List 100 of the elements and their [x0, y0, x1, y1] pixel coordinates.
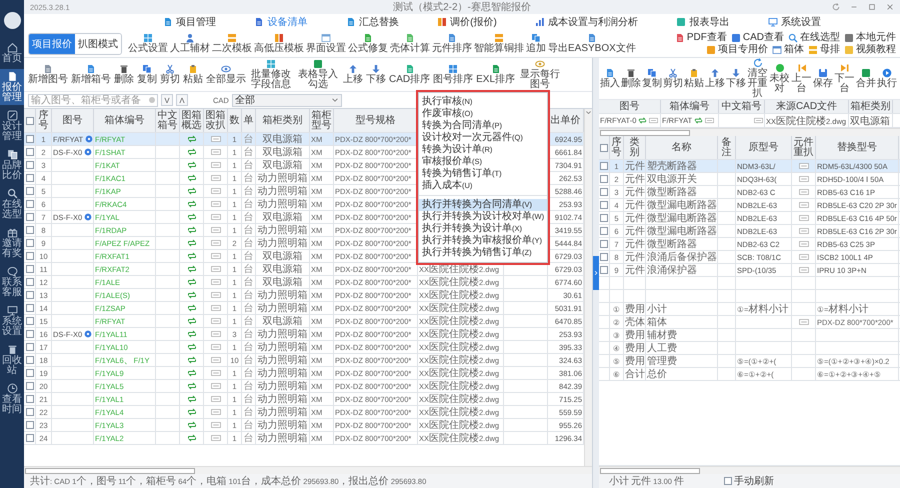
toolbar-link[interactable]: 在线选型 [788, 32, 840, 43]
checkbox[interactable] [600, 253, 608, 261]
toolbar-button[interactable]: CAD排序 [389, 64, 430, 85]
cad-select[interactable]: 全部 [232, 94, 342, 106]
toolbar-link[interactable]: 视频教程 [844, 44, 896, 55]
search-field[interactable]: 输入图号、箱柜号或者备 [28, 94, 158, 106]
toolbar-link[interactable]: 项目专用价 [706, 44, 768, 55]
checkbox[interactable] [26, 161, 34, 169]
toolbar-button[interactable]: 公式设置 [128, 33, 168, 54]
toolbar-button[interactable]: 粘贴 [684, 68, 704, 89]
toolbar-button[interactable]: 界面设置 [306, 33, 346, 54]
checkbox[interactable] [26, 408, 34, 416]
nav-tab[interactable]: 报表导出 [676, 15, 730, 29]
checkbox[interactable] [26, 200, 34, 208]
column-header[interactable]: 序号 [610, 136, 624, 159]
checkbox[interactable] [26, 304, 34, 312]
toolbar-button[interactable]: 下移 [366, 64, 386, 85]
checkbox[interactable] [600, 175, 608, 183]
nav-tab[interactable]: 系统设置 [768, 15, 821, 29]
checkbox[interactable] [600, 162, 608, 170]
toolbar-button[interactable]: 删除 [621, 68, 641, 89]
toolbar-button[interactable]: 二次模板 [212, 33, 252, 54]
collapse-handle[interactable] [593, 256, 599, 290]
checkbox[interactable] [26, 356, 34, 364]
toolbar-link[interactable]: PDF查看 [674, 32, 727, 43]
toolbar-button[interactable]: 未校对 [769, 63, 790, 94]
toolbar-button[interactable]: 复制 [642, 68, 662, 89]
toolbar-button[interactable]: 执行 [877, 68, 897, 89]
nav-tab[interactable]: 调价(报价) [437, 15, 497, 29]
checkbox[interactable] [724, 477, 732, 485]
toolbar-button[interactable]: EXL排序 [476, 64, 516, 85]
checkbox[interactable] [600, 240, 608, 248]
checkbox[interactable] [26, 213, 34, 221]
checkbox[interactable] [26, 265, 34, 273]
checkbox[interactable] [26, 291, 34, 299]
nav-tab[interactable]: 汇总替换 [346, 15, 399, 29]
toolbar-button[interactable]: 新增箱号 [71, 64, 111, 85]
checkbox[interactable] [26, 330, 34, 338]
checkbox[interactable] [26, 369, 34, 377]
manual-refresh-checkbox[interactable]: 手动刷新 [724, 474, 774, 488]
checkbox[interactable] [600, 214, 608, 222]
nav-tab[interactable]: 成本设置与利润分析 [535, 15, 638, 29]
toolbar-button[interactable]: 智能算铜排 [474, 33, 524, 54]
toolbar-button[interactable]: 粘贴 [183, 64, 203, 85]
nav-tab[interactable]: 设备清单 [254, 15, 308, 29]
checkbox[interactable] [600, 227, 608, 235]
scrollbar[interactable] [24, 466, 592, 474]
checkbox[interactable] [26, 239, 34, 247]
checkbox[interactable] [600, 144, 608, 152]
column-header[interactable]: 单 [242, 109, 256, 132]
mode-option[interactable]: 扒图模式 [75, 34, 121, 54]
toolbar-button[interactable]: 剪切 [663, 68, 683, 89]
column-header[interactable]: 图箱概选 [180, 109, 204, 132]
toolbar-button[interactable]: 高低压模板 [254, 33, 304, 54]
checkbox[interactable] [600, 266, 608, 274]
checkbox[interactable] [26, 278, 34, 286]
toolbar-button[interactable]: 壳体计算 [390, 33, 430, 54]
checkbox[interactable] [26, 395, 34, 403]
sidebar-item[interactable]: 品牌比价 [0, 147, 24, 183]
toolbar-button[interactable]: 合并 [856, 68, 876, 89]
toolbar-button[interactable]: 导出EASYBOX文件 [548, 33, 636, 54]
checkbox[interactable] [26, 343, 34, 351]
column-header[interactable]: 出单价 [548, 109, 584, 132]
column-header[interactable]: 箱柜型号 [310, 109, 334, 132]
toolbar-button[interactable]: 下移 [726, 68, 746, 89]
checkbox[interactable] [26, 226, 34, 234]
checkbox[interactable] [26, 317, 34, 325]
small-box-icon[interactable] [798, 317, 808, 327]
toolbar-button[interactable]: 复制 [137, 64, 157, 85]
column-header[interactable]: 中文箱号 [719, 100, 765, 113]
sidebar-item[interactable]: 在线选型 [0, 186, 24, 222]
toolbar-button[interactable]: 显示每行图号 [518, 59, 562, 90]
toolbar-button[interactable]: 插入 [600, 68, 620, 89]
column-header[interactable]: 元件重扒 [792, 136, 816, 159]
toolbar-button[interactable]: 追加 [526, 33, 546, 54]
toolbar-button[interactable]: 保存 [813, 68, 833, 89]
checkbox[interactable] [26, 382, 34, 390]
toolbar-button[interactable]: 批量修改字段信息 [249, 59, 293, 90]
column-header[interactable]: 数 [228, 109, 242, 132]
toolbar-button[interactable]: 新增图号 [28, 64, 68, 85]
toolbar-button[interactable]: 图号排序 [433, 64, 474, 85]
sidebar-item[interactable]: 设计管理 [0, 108, 24, 144]
sidebar-item[interactable]: 回收站 [0, 342, 24, 378]
mode-option[interactable]: 项目报价 [29, 34, 75, 54]
toolbar-button[interactable]: 上一台 [791, 63, 812, 94]
sidebar-item[interactable]: 邀请有奖 [0, 225, 24, 261]
column-header[interactable]: 箱柜类别 [849, 100, 893, 113]
toolbar-link[interactable]: 箱体 [772, 44, 804, 55]
sidebar-item[interactable]: 联系客服 [0, 264, 24, 300]
toolbar-link[interactable]: 本地元件 [844, 32, 896, 43]
toolbar-button[interactable]: 上移 [705, 68, 725, 89]
toolbar-button[interactable]: 剪切 [160, 64, 180, 85]
checkbox[interactable] [26, 421, 34, 429]
toolbar-button[interactable]: 上移 [343, 64, 363, 85]
column-header[interactable]: 中文箱号 [156, 109, 180, 132]
nav-tab[interactable]: 项目管理 [163, 15, 216, 29]
sidebar-item[interactable]: 查看时间 [0, 381, 24, 417]
checkbox[interactable] [26, 135, 34, 143]
toolbar-button[interactable]: 清空开重扒 [747, 58, 768, 99]
toolbar-button[interactable]: 元件排序 [432, 33, 472, 54]
